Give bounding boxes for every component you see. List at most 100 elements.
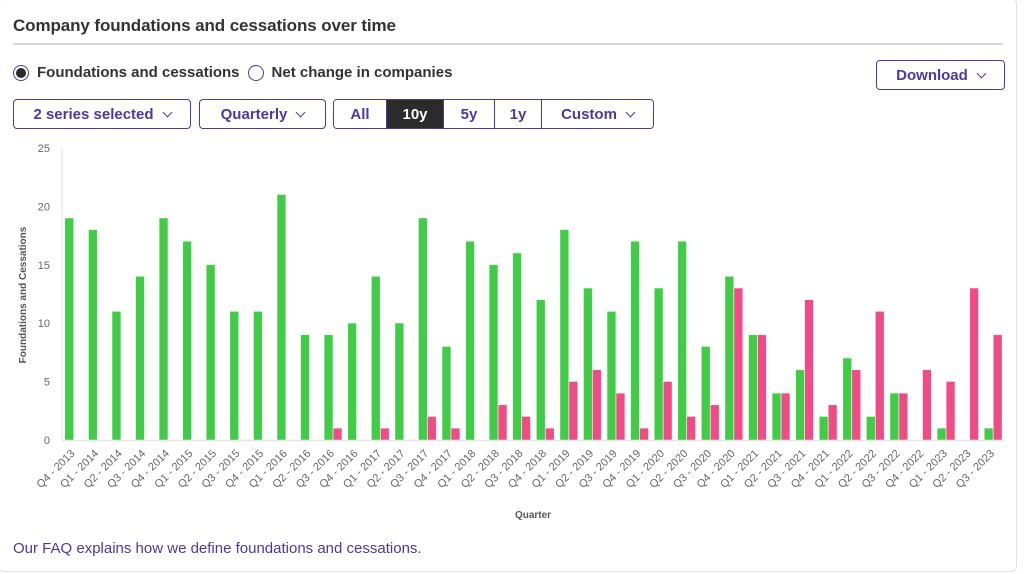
bars [64, 194, 1003, 441]
foundations-bar[interactable] [842, 357, 852, 441]
y-tick-label: 10 [38, 318, 50, 330]
cessations-bar[interactable] [568, 381, 578, 441]
y-tick-label: 20 [38, 201, 50, 213]
foundations-bar[interactable] [677, 241, 687, 441]
foundations-bar[interactable] [206, 264, 216, 441]
download-label: Download [896, 66, 968, 84]
radio-label: Net change in companies [271, 64, 453, 81]
range-5y[interactable]: 5y [444, 100, 495, 128]
cessations-bar[interactable] [545, 428, 555, 441]
cessations-bar[interactable] [710, 404, 720, 441]
foundations-bar[interactable] [937, 428, 947, 441]
cessations-bar[interactable] [663, 381, 673, 441]
foundations-bar[interactable] [795, 369, 805, 441]
cessations-bar[interactable] [686, 416, 696, 441]
cessations-bar[interactable] [450, 428, 460, 441]
radio-checked-icon[interactable] [13, 64, 29, 81]
y-axis-title: Foundations and Cessations [18, 226, 29, 363]
foundations-bar[interactable] [135, 276, 145, 441]
foundations-bar[interactable] [159, 217, 169, 441]
foundations-bar[interactable] [606, 311, 616, 441]
cessations-bar[interactable] [828, 404, 838, 441]
foundations-bar[interactable] [536, 299, 546, 441]
foundations-bar[interactable] [512, 252, 522, 441]
download-button[interactable]: Download [876, 60, 1005, 90]
chevron-down-icon [625, 107, 636, 117]
x-axis-title: Quarter [515, 510, 551, 521]
foundations-bar[interactable] [724, 276, 734, 441]
foundations-bar[interactable] [984, 428, 994, 441]
interval-dropdown[interactable]: Quarterly [199, 99, 326, 129]
cessations-bar[interactable] [898, 393, 908, 441]
foundations-bar[interactable] [866, 416, 876, 441]
y-tick-label: 5 [44, 377, 50, 389]
range-label: All [350, 105, 370, 123]
cessations-bar[interactable] [922, 369, 932, 441]
cessations-bar[interactable] [427, 416, 437, 441]
cessations-bar[interactable] [639, 428, 649, 441]
time-range-selector: All 10y 5y 1y Custom [333, 99, 654, 129]
range-all[interactable]: All [334, 100, 387, 128]
page-title: Company foundations and cessations over … [13, 16, 396, 35]
range-1y[interactable]: 1y [495, 100, 542, 128]
view-mode-radio-group: Foundations and cessations Net change in… [13, 64, 460, 81]
foundations-bar[interactable] [489, 264, 499, 441]
foundations-bar[interactable] [394, 322, 404, 441]
foundations-bar[interactable] [253, 311, 263, 441]
range-label: 1y [509, 105, 527, 123]
foundations-bar[interactable] [418, 217, 428, 441]
cessations-bar[interactable] [781, 393, 791, 441]
y-tick-label: 25 [38, 143, 50, 155]
cessations-bar[interactable] [521, 416, 531, 441]
range-10y[interactable]: 10y [387, 100, 444, 128]
foundations-bar[interactable] [748, 334, 758, 441]
cessations-bar[interactable] [615, 393, 625, 441]
cessations-bar[interactable] [498, 404, 508, 441]
cessations-bar[interactable] [804, 299, 814, 441]
series-dropdown[interactable]: 2 series selected [13, 99, 191, 129]
cessations-bar[interactable] [733, 287, 743, 441]
foundations-bar[interactable] [64, 217, 74, 441]
range-label: 5y [460, 105, 478, 123]
foundations-bar[interactable] [772, 393, 782, 441]
range-label: Custom [561, 105, 617, 123]
foundations-bar[interactable] [182, 241, 192, 441]
radio-foundations-cessations[interactable]: Foundations and cessations [13, 64, 240, 81]
foundations-bar[interactable] [654, 287, 664, 441]
cessations-bar[interactable] [333, 428, 343, 441]
chevron-down-icon [976, 68, 987, 78]
title-divider [13, 43, 1003, 45]
radio-unchecked-icon[interactable] [247, 64, 264, 81]
foundations-bar[interactable] [88, 229, 98, 441]
cessations-bar[interactable] [757, 334, 767, 441]
foundations-bar[interactable] [324, 334, 334, 441]
series-dropdown-label: 2 series selected [33, 105, 154, 123]
foundations-bar[interactable] [889, 393, 899, 441]
foundations-bar[interactable] [583, 287, 593, 441]
cessations-bar[interactable] [946, 381, 956, 441]
y-tick-label: 15 [38, 260, 50, 272]
cessations-bar[interactable] [380, 428, 390, 441]
foundations-bar[interactable] [229, 311, 239, 441]
cessations-bar[interactable] [592, 369, 602, 441]
cessations-bar[interactable] [851, 369, 861, 441]
foundations-bar[interactable] [276, 194, 286, 441]
foundations-bar[interactable] [371, 276, 381, 441]
foundations-bar[interactable] [111, 311, 121, 441]
foundations-bar[interactable] [819, 416, 829, 441]
interval-dropdown-label: Quarterly [220, 105, 288, 123]
foundations-bar[interactable] [465, 241, 475, 441]
range-custom-dropdown[interactable]: Custom [542, 100, 653, 128]
foundations-bar[interactable] [630, 241, 640, 441]
radio-net-change[interactable]: Net change in companies [247, 64, 453, 81]
range-label: 10y [402, 105, 428, 123]
foundations-bar[interactable] [559, 229, 569, 441]
foundations-bar[interactable] [300, 334, 310, 441]
foundations-bar[interactable] [441, 346, 451, 441]
cessations-bar[interactable] [993, 334, 1003, 441]
cessations-bar[interactable] [969, 287, 979, 441]
cessations-bar[interactable] [875, 311, 885, 441]
foundations-bar[interactable] [701, 346, 711, 441]
faq-link[interactable]: Our FAQ explains how we define foundatio… [13, 540, 422, 557]
foundations-bar[interactable] [347, 322, 357, 441]
